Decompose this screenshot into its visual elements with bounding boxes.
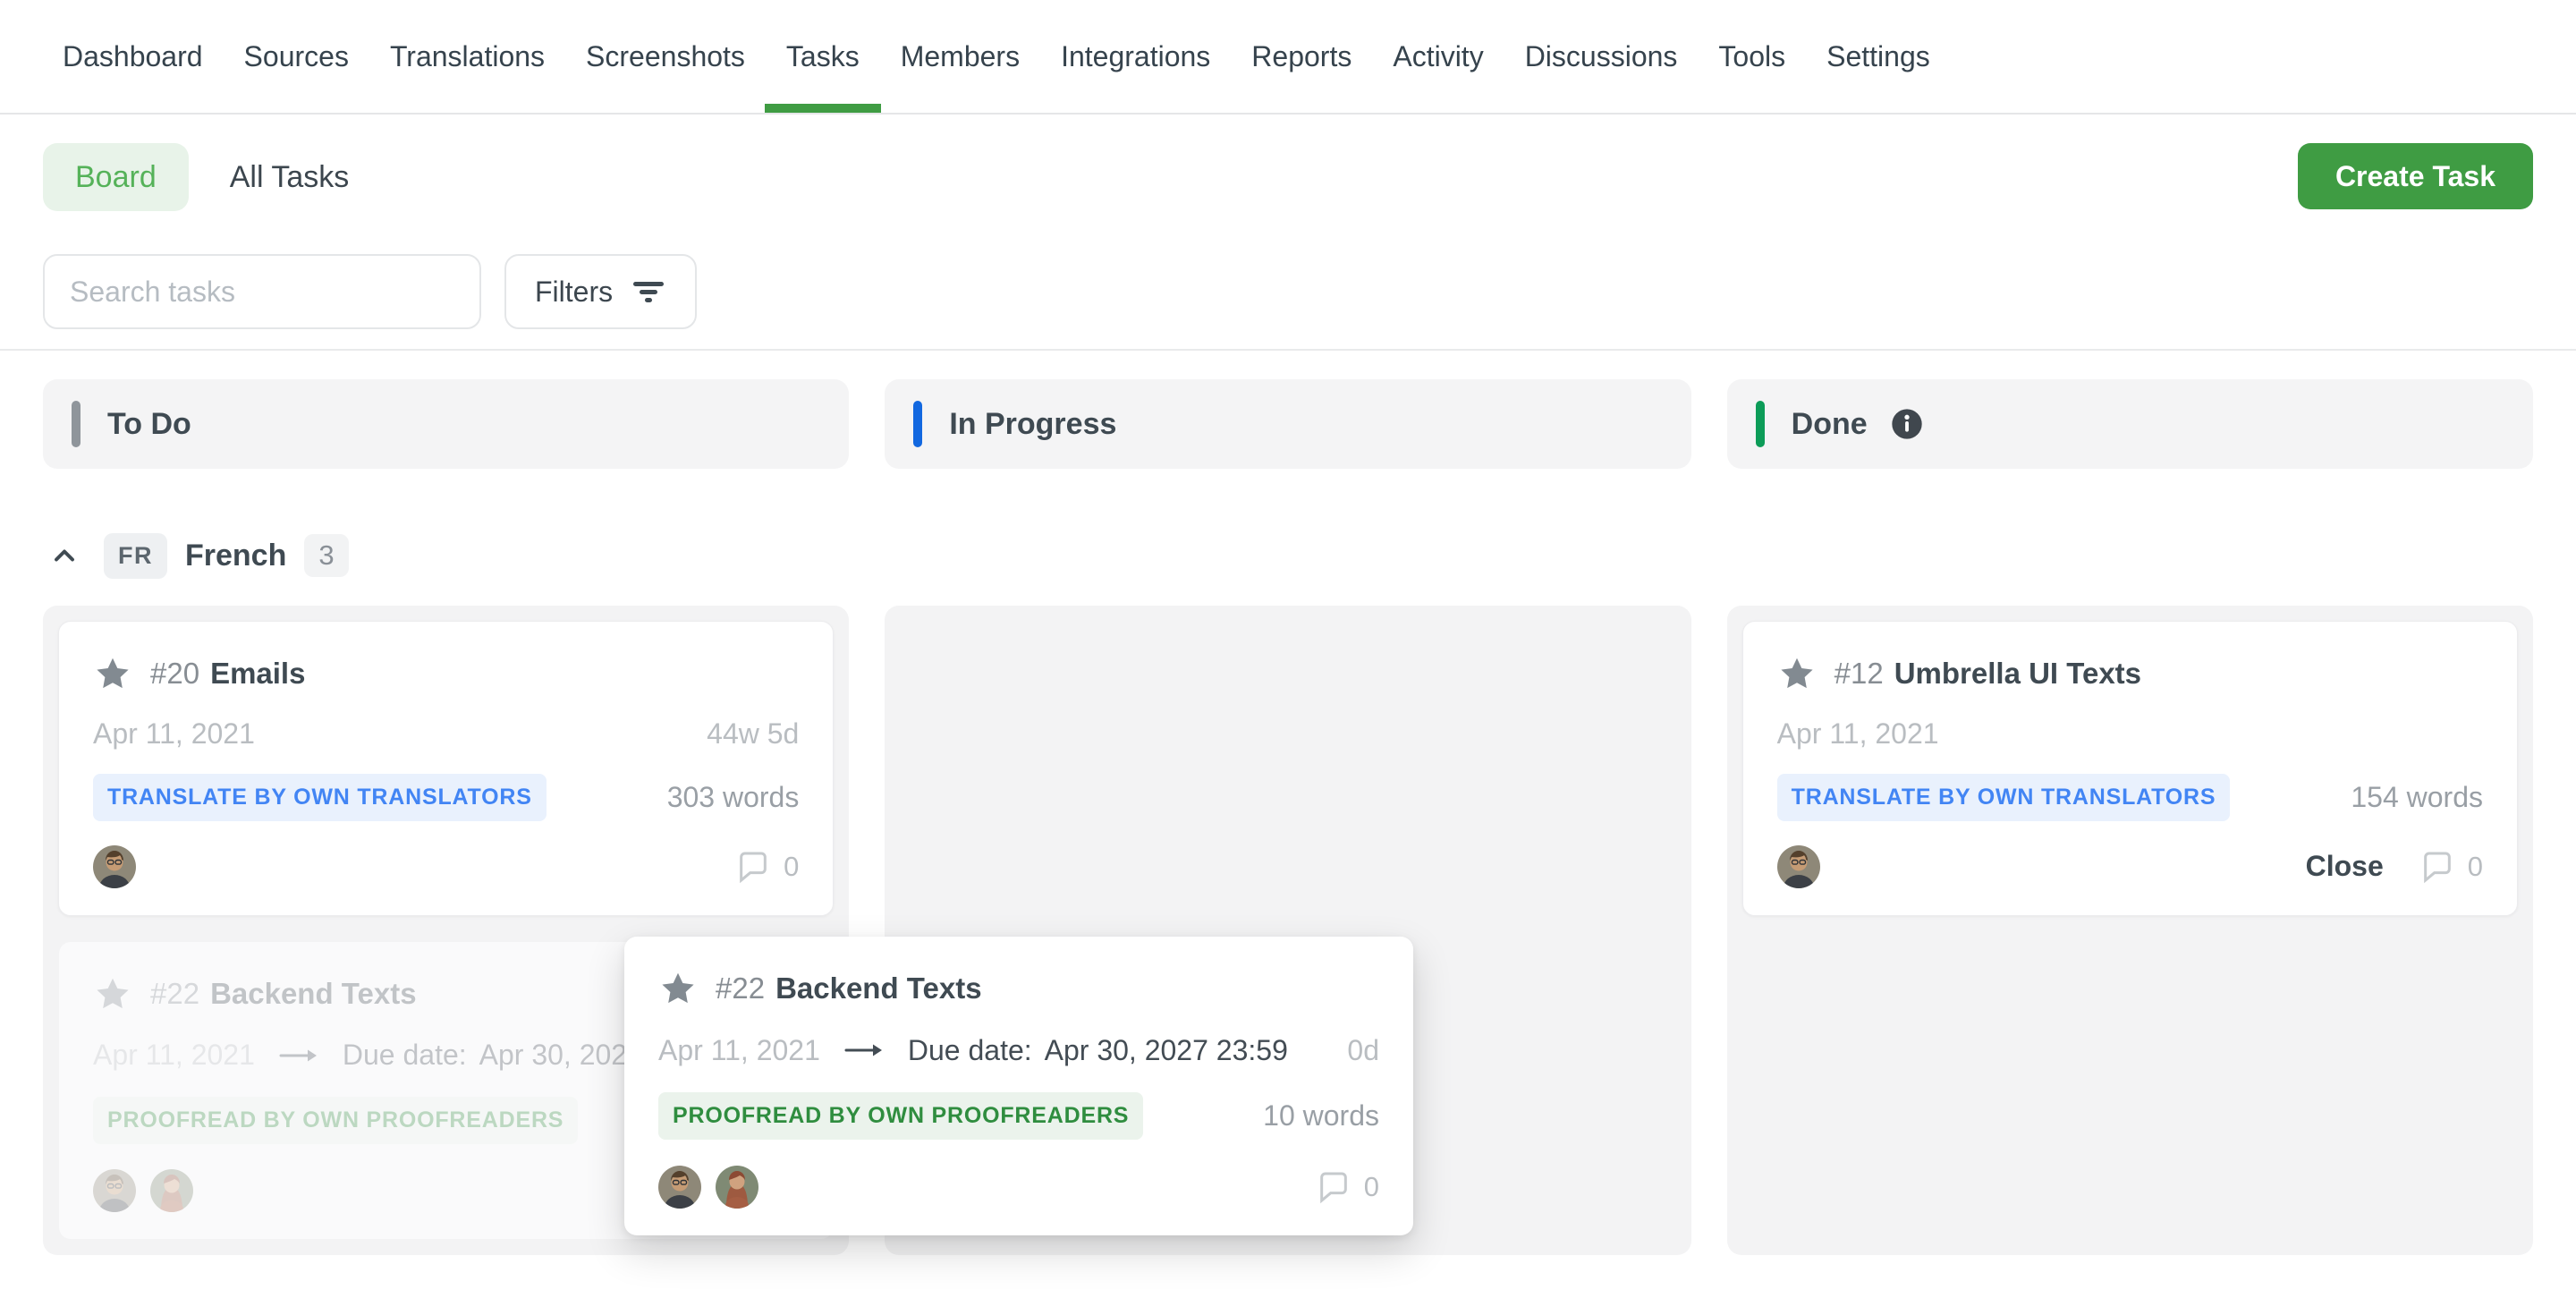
comment-count: 0 [2468,851,2483,883]
filters-button[interactable]: Filters [504,254,697,329]
assignee-avatar [93,1169,136,1212]
chevron-up-icon[interactable] [43,539,86,572]
nav-sources[interactable]: Sources [244,0,349,113]
column-header-todo: To Do [43,379,849,469]
create-task-button[interactable]: Create Task [2298,143,2533,209]
tab-all-tasks[interactable]: All Tasks [230,160,350,195]
task-id: #22 [150,977,199,1011]
task-card-emails[interactable]: #20 Emails Apr 11, 2021 44w 5d TRANSLATE… [58,621,834,916]
task-title: Backend Texts [210,977,416,1011]
nav-integrations[interactable]: Integrations [1061,0,1210,113]
star-icon [93,974,132,1014]
todo-status-bar [72,401,80,447]
card-date-row: Apr 11, 2021 Due date: Apr 30, 2027 23:5… [658,1034,1379,1067]
nav-tasks[interactable]: Tasks [786,0,860,113]
card-footer-row: Close 0 [1777,845,2483,888]
task-title: Umbrella UI Texts [1894,657,2141,691]
card-date-row: Apr 11, 2021 [1777,717,2483,751]
due-date-label: Due date: [908,1034,1032,1067]
assignee-avatar [93,845,136,888]
nav-screenshots[interactable]: Screenshots [586,0,745,113]
nav-activity[interactable]: Activity [1393,0,1483,113]
nav-settings[interactable]: Settings [1826,0,1930,113]
arrow-right-icon [278,1045,319,1066]
card-title-row: #12 Umbrella UI Texts [1777,654,2483,693]
close-task-link[interactable]: Close [2306,850,2384,883]
task-created-date: Apr 11, 2021 [93,717,255,751]
comment-count: 0 [784,851,799,883]
star-icon[interactable] [658,969,698,1008]
task-type-badge: TRANSLATE BY OWN TRANSLATORS [93,774,547,821]
info-icon[interactable] [1889,406,1925,442]
assignee-avatar [1777,845,1820,888]
assignee-avatar [658,1166,701,1209]
task-card-umbrella[interactable]: #12 Umbrella UI Texts Apr 11, 2021 TRANS… [1742,621,2518,916]
card-footer-row: 0 [93,845,799,888]
comments-button[interactable]: 0 [1316,1169,1379,1205]
card-badge-row: TRANSLATE BY OWN TRANSLATORS 154 words [1777,774,2483,821]
nav-discussions[interactable]: Discussions [1525,0,1678,113]
nav-dashboard[interactable]: Dashboard [63,0,203,113]
word-count: 10 words [1263,1099,1379,1133]
filters-label: Filters [535,276,613,309]
star-icon[interactable] [1777,654,1817,693]
task-created-date: Apr 11, 2021 [1777,717,1939,751]
due-date-value: Apr 30, 2027 23:59 [1045,1034,1288,1067]
task-title: Emails [210,657,305,691]
nav-tools[interactable]: Tools [1718,0,1785,113]
card-title-row: #20 Emails [93,654,799,693]
column-title: To Do [107,407,191,442]
kanban-board: #20 Emails Apr 11, 2021 44w 5d TRANSLATE… [43,606,2533,1255]
task-type-badge: TRANSLATE BY OWN TRANSLATORS [1777,774,2231,821]
column-title: Done [1792,407,1868,442]
column-header-in-progress: In Progress [885,379,1690,469]
task-age: 44w 5d [707,717,799,751]
nav-members[interactable]: Members [901,0,1020,113]
word-count: 303 words [667,781,800,814]
due-date-label: Due date: [343,1039,467,1072]
task-type-badge: PROOFREAD BY OWN PROOFREADERS [658,1092,1143,1140]
search-input[interactable] [43,254,481,329]
done-status-bar [1756,401,1765,447]
search-row: Filters [43,254,2533,329]
nav-translations[interactable]: Translations [390,0,545,113]
task-created-date: Apr 11, 2021 [658,1034,820,1067]
board-column-headers: To Do In Progress Done [43,379,2533,469]
task-type-badge: PROOFREAD BY OWN PROOFREADERS [93,1097,578,1144]
comments-button[interactable]: 0 [735,849,799,885]
assignee-avatar [716,1166,758,1209]
card-footer-row: 0 [658,1166,1379,1209]
language-name: French [185,539,286,573]
column-done: #12 Umbrella UI Texts Apr 11, 2021 TRANS… [1727,606,2533,1255]
arrow-right-icon [843,1039,885,1061]
column-title: In Progress [949,407,1116,442]
filter-icon [631,276,666,308]
star-icon[interactable] [93,654,132,693]
comment-count: 0 [1364,1171,1379,1203]
tab-board[interactable]: Board [43,143,189,211]
card-date-row: Apr 11, 2021 44w 5d [93,717,799,751]
language-group-row: FR French 3 [43,530,2533,581]
card-badge-row: PROOFREAD BY OWN PROOFREADERS 10 words [658,1092,1379,1140]
comments-button[interactable]: 0 [2419,849,2483,885]
task-id: #12 [1835,657,1884,691]
nav-reports[interactable]: Reports [1251,0,1352,113]
divider [0,349,2576,351]
card-badge-row: TRANSLATE BY OWN TRANSLATORS 303 words [93,774,799,821]
toolbar: Board All Tasks Create Task [43,143,2533,211]
word-count: 154 words [2351,781,2483,814]
column-header-done: Done [1727,379,2533,469]
card-title-row: #22 Backend Texts [658,969,1379,1008]
assignee-avatar [150,1169,193,1212]
task-age: 0d [1347,1034,1379,1067]
in-progress-status-bar [913,401,922,447]
task-id: #20 [150,657,199,691]
task-card-backend-dragging[interactable]: #22 Backend Texts Apr 11, 2021 Due date:… [624,937,1413,1235]
task-created-date: Apr 11, 2021 [93,1039,255,1072]
task-count-badge: 3 [304,534,348,577]
task-title: Backend Texts [775,971,981,1005]
task-id: #22 [716,971,765,1005]
language-code-badge: FR [104,533,167,579]
top-nav: Dashboard Sources Translations Screensho… [0,0,2576,115]
